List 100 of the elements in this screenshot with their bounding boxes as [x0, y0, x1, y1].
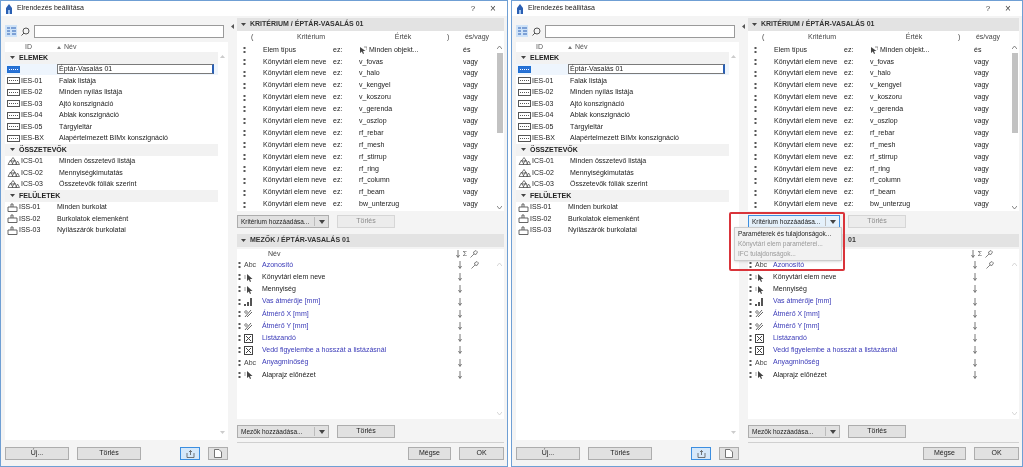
drag-handle-icon[interactable] [242, 153, 246, 160]
drag-handle-icon[interactable] [753, 153, 757, 160]
drag-handle-icon[interactable] [753, 142, 757, 149]
collapse-arrow-icon[interactable] [521, 147, 526, 153]
drag-handle-icon[interactable] [753, 46, 757, 53]
drag-handle-icon[interactable] [238, 371, 241, 378]
close-button[interactable]: × [485, 1, 501, 16]
view-toggle-button[interactable] [719, 447, 739, 460]
caret-icon [319, 429, 325, 434]
crossed-box-icon [244, 333, 253, 343]
scroll-down-icon[interactable] [497, 206, 502, 209]
scrollbar[interactable] [1010, 44, 1019, 211]
search-field[interactable] [545, 24, 735, 38]
sort-down-icon [973, 370, 977, 379]
help-button[interactable]: ? [465, 2, 481, 15]
view-toggle-button[interactable] [691, 447, 711, 460]
drag-handle-icon[interactable] [749, 274, 752, 281]
drag-handle-icon[interactable] [753, 165, 757, 172]
scroll-up-icon[interactable] [497, 46, 502, 49]
collapse-arrow-icon[interactable] [241, 238, 246, 243]
drag-handle-icon[interactable] [238, 359, 241, 366]
sort-down-icon [458, 346, 462, 355]
collapse-arrow-icon[interactable] [521, 55, 526, 61]
drag-handle-icon[interactable] [749, 262, 752, 269]
search-field[interactable] [34, 24, 224, 38]
collapse-arrow-icon[interactable] [10, 147, 15, 153]
collapse-arrow-icon[interactable] [521, 193, 526, 199]
drag-handle-icon[interactable] [238, 298, 241, 305]
collapse-arrow-icon[interactable] [241, 22, 246, 27]
splitter-handle-icon[interactable] [231, 24, 234, 29]
drag-handle-icon[interactable] [238, 286, 241, 293]
scrollbar-thumb[interactable] [1011, 53, 1018, 133]
drag-handle-icon[interactable] [238, 335, 241, 342]
drag-handle-icon[interactable] [238, 347, 241, 354]
drag-handle-icon[interactable] [753, 189, 757, 196]
drag-handle-icon[interactable] [242, 177, 246, 184]
help-button[interactable]: ? [980, 2, 996, 15]
drag-handle-icon[interactable] [242, 46, 246, 53]
collapse-arrow-icon[interactable] [10, 55, 15, 61]
cursor-icon [755, 272, 764, 282]
caret-icon [830, 429, 836, 434]
drag-handle-icon[interactable] [753, 58, 757, 65]
drag-handle-icon[interactable] [753, 118, 757, 125]
drag-handle-icon[interactable] [753, 94, 757, 101]
drag-handle-icon[interactable] [749, 323, 752, 330]
close-button[interactable]: × [1000, 1, 1016, 16]
sort-down-icon [973, 346, 977, 355]
scroll-down-icon[interactable] [1012, 206, 1017, 209]
drag-handle-icon[interactable] [238, 262, 241, 269]
drag-handle-icon[interactable] [238, 310, 241, 317]
diameter-icon [244, 321, 253, 331]
scrollbar[interactable] [495, 44, 504, 211]
drag-handle-icon[interactable] [242, 142, 246, 149]
object-type-icon [870, 45, 878, 54]
search-icon[interactable] [21, 26, 30, 36]
drag-handle-icon[interactable] [749, 359, 752, 366]
stacked-shapes-icon [7, 168, 20, 177]
drag-handle-icon[interactable] [753, 106, 757, 113]
drag-handle-icon[interactable] [238, 274, 241, 281]
sort-down-icon [458, 322, 462, 331]
cursor-icon [755, 370, 764, 380]
view-toggle-button[interactable] [208, 447, 228, 460]
drag-handle-icon[interactable] [749, 286, 752, 293]
drag-handle-icon[interactable] [242, 82, 246, 89]
drag-handle-icon[interactable] [242, 201, 246, 208]
drag-handle-icon[interactable] [749, 310, 752, 317]
stacked-shapes-icon [518, 180, 531, 189]
drag-handle-icon[interactable] [242, 118, 246, 125]
drag-handle-icon[interactable] [753, 130, 757, 137]
drag-handle-icon[interactable] [242, 94, 246, 101]
crossed-box-icon [755, 345, 764, 355]
document-icon [725, 449, 733, 458]
search-icon[interactable] [532, 26, 541, 36]
scrollbar-thumb[interactable] [496, 53, 503, 133]
collapse-arrow-icon[interactable] [10, 193, 15, 199]
drag-handle-icon[interactable] [749, 371, 752, 378]
drag-handle-icon[interactable] [242, 70, 246, 77]
sort-down-icon [458, 334, 462, 343]
view-toggle-button[interactable] [180, 447, 200, 460]
drag-handle-icon[interactable] [753, 177, 757, 184]
drag-handle-icon[interactable] [753, 201, 757, 208]
sort-down-icon [973, 309, 977, 318]
drag-handle-icon[interactable] [753, 70, 757, 77]
cursor-icon [755, 284, 764, 294]
splitter-handle-icon[interactable] [742, 24, 745, 29]
drag-handle-icon[interactable] [238, 323, 241, 330]
drag-handle-icon[interactable] [242, 106, 246, 113]
list-icon [7, 65, 20, 73]
drag-handle-icon[interactable] [242, 165, 246, 172]
tree-list-icon [517, 27, 527, 35]
drag-handle-icon[interactable] [753, 82, 757, 89]
collapse-arrow-icon[interactable] [752, 22, 757, 27]
drag-handle-icon[interactable] [749, 335, 752, 342]
drag-handle-icon[interactable] [242, 130, 246, 137]
drag-handle-icon[interactable] [749, 298, 752, 305]
drag-handle-icon[interactable] [242, 58, 246, 65]
drag-handle-icon[interactable] [749, 347, 752, 354]
drag-handle-icon[interactable] [242, 189, 246, 196]
sort-down-icon [455, 250, 460, 258]
scroll-up-icon[interactable] [1012, 46, 1017, 49]
